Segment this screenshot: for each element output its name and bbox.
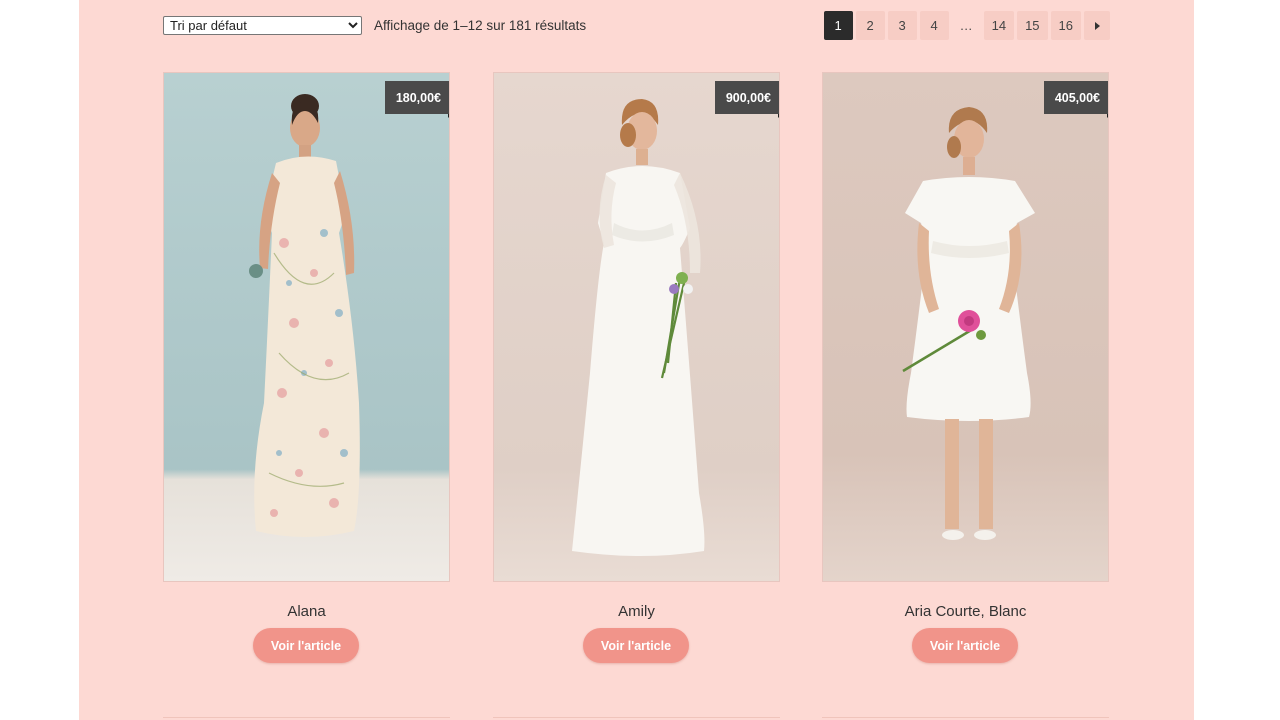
page-link-1[interactable]: 1 [823,11,853,40]
product-card: 180,00€ Alana Voir l'article [163,72,450,672]
next-page-button[interactable] [1084,11,1110,40]
chevron-right-icon [1094,21,1100,30]
next-row-edge [163,717,450,718]
price-tag: 180,00€ [384,81,449,118]
white-lace-gown-photo [572,99,705,556]
view-product-button[interactable]: Voir l'article [583,628,689,663]
view-product-button[interactable]: Voir l'article [912,628,1018,663]
product-title[interactable]: Aria Courte, Blanc [822,603,1109,620]
product-grid: 180,00€ Alana Voir l'article 900,00€ Ami… [163,72,1110,672]
page-link-16[interactable]: 16 [1050,11,1081,40]
sort-select[interactable]: Tri par défaut [163,16,362,35]
page-link-2[interactable]: 2 [855,11,885,40]
floral-dress-photo [249,94,360,538]
page-link-3[interactable]: 3 [887,11,917,40]
product-card: 405,00€ Aria Courte, Blanc Voir l'articl… [822,72,1109,672]
short-white-dress-photo [902,107,1035,540]
pagination: 1 2 3 4 … 14 15 16 [823,11,1110,41]
price-tag: 900,00€ [714,81,779,118]
product-title[interactable]: Alana [163,603,450,620]
page-link-15[interactable]: 15 [1017,11,1048,40]
view-product-button[interactable]: Voir l'article [253,628,359,663]
page-link-14[interactable]: 14 [983,11,1015,40]
price-tag: 405,00€ [1043,81,1108,118]
next-row-edge [493,717,780,718]
product-title[interactable]: Amily [493,603,780,620]
shop-page: Tri par défaut Affichage de 1–12 sur 181… [79,0,1194,720]
page-link-4[interactable]: 4 [919,11,949,40]
product-card: 900,00€ Amily Voir l'article [493,72,780,672]
next-row-edge [822,717,1109,718]
shop-toolbar: Tri par défaut Affichage de 1–12 sur 181… [163,11,1110,41]
pagination-ellipsis: … [959,18,973,33]
result-count: Affichage de 1–12 sur 181 résultats [374,18,587,33]
product-image[interactable]: 900,00€ [493,72,780,582]
product-image[interactable]: 180,00€ [163,72,450,582]
product-image[interactable]: 405,00€ [822,72,1109,582]
